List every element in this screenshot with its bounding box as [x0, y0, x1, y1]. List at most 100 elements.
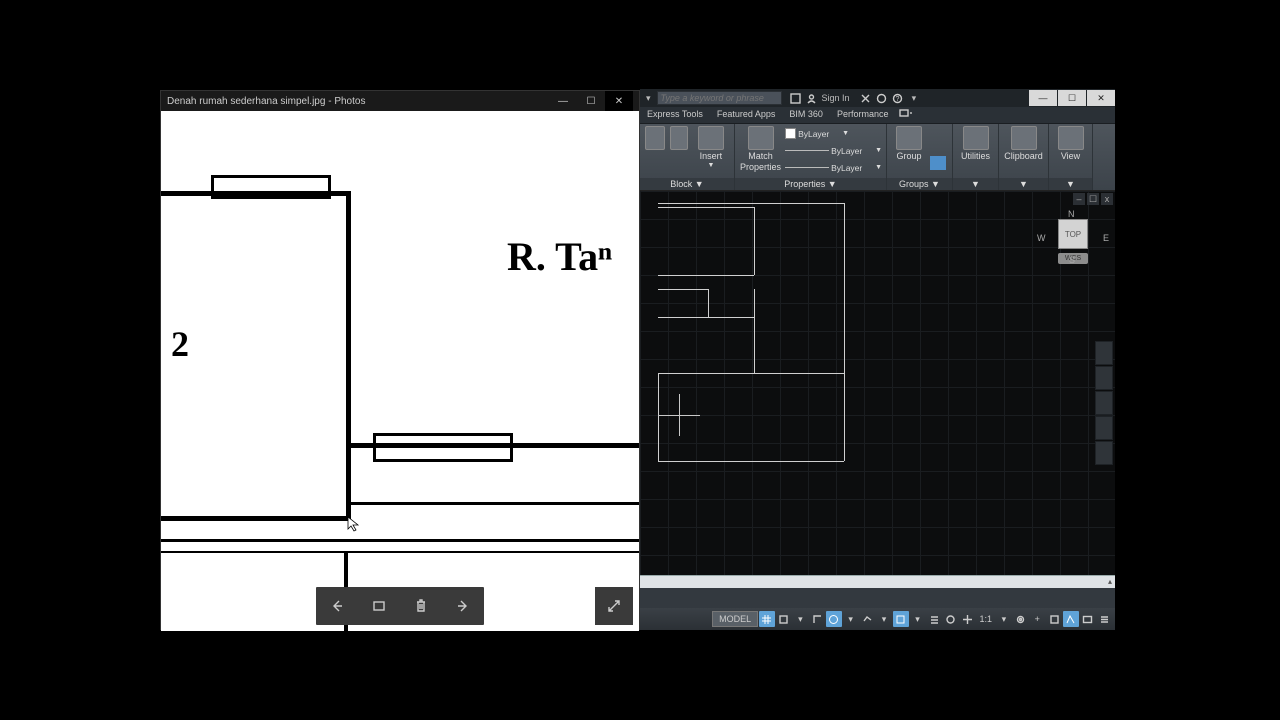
utilities-button[interactable]: Utilities [957, 126, 994, 161]
help-dropdown[interactable]: ▾ [906, 93, 923, 104]
mouse-cursor-icon [347, 516, 361, 532]
color-combo[interactable]: ByLayer▼ [785, 126, 882, 141]
status-grid-button[interactable] [759, 611, 775, 627]
status-customize-button[interactable] [1096, 611, 1112, 627]
viewcube-south[interactable]: S [1069, 255, 1075, 265]
infocenter-icon[interactable] [788, 93, 804, 104]
nav-pan-button[interactable] [1095, 366, 1113, 390]
autodesk360-icon[interactable] [874, 93, 890, 104]
tab-bim360[interactable]: BIM 360 [782, 107, 830, 123]
status-model-button[interactable]: MODEL [712, 611, 758, 627]
status-dropdown1[interactable]: ▾ [793, 611, 809, 627]
photos-fullscreen-button[interactable] [595, 587, 633, 625]
status-isolate-button[interactable] [1046, 611, 1062, 627]
fullscreen-icon [606, 598, 622, 614]
status-lwt-button[interactable] [926, 611, 942, 627]
tab-featured-apps[interactable]: Featured Apps [710, 107, 783, 123]
panel-block-label[interactable]: Block ▼ [640, 178, 734, 190]
viewcube-east[interactable]: E [1103, 233, 1109, 243]
autocad-menu-dropdown[interactable]: ▾ [640, 93, 657, 104]
status-ortho-button[interactable] [809, 611, 825, 627]
viewport-maximize-button[interactable]: ☐ [1087, 193, 1099, 205]
signin-user-icon[interactable] [804, 93, 820, 104]
photos-close-button[interactable]: ✕ [605, 91, 633, 111]
tab-performance[interactable]: Performance [830, 107, 896, 123]
autocad-command-line[interactable]: ▴ [640, 575, 1115, 588]
ribbon-edit-block[interactable] [669, 126, 689, 150]
status-polar-button[interactable] [826, 611, 842, 627]
nav-orbit-button[interactable] [1095, 416, 1113, 440]
group-select-button[interactable] [930, 156, 946, 170]
autocad-maximize-button[interactable]: ☐ [1058, 90, 1086, 106]
autocad-help-search-input[interactable] [657, 91, 782, 105]
tab-extra-button[interactable] [895, 107, 917, 123]
signin-link[interactable]: Sign In [822, 93, 850, 103]
panel-clipboard-drop[interactable]: ▼ [999, 178, 1048, 190]
cmdline-recent-dropdown[interactable]: ▴ [1108, 577, 1112, 586]
photos-titlebar[interactable]: Denah rumah sederhana simpel.jpg - Photo… [161, 91, 639, 111]
ungroup-button[interactable] [930, 126, 946, 140]
status-osnap-button[interactable] [893, 611, 909, 627]
group-button[interactable]: Group [891, 126, 927, 161]
autocad-close-button[interactable]: ✕ [1087, 90, 1115, 106]
nav-wheel-button[interactable] [1095, 341, 1113, 365]
ribbon-panel-properties: Match Properties ByLayer▼ ByLayer▼ ByLay… [735, 124, 887, 190]
insert-button[interactable]: Insert ▼ [692, 126, 730, 169]
panel-groups-label[interactable]: Groups ▼ [887, 178, 952, 190]
viewcube-north[interactable]: N [1068, 209, 1075, 219]
viewport-controls: – ☐ x [1073, 193, 1113, 205]
status-dropdown4[interactable]: ▾ [910, 611, 926, 627]
ribbon-panel-utilities: Utilities ▼ [953, 124, 999, 190]
status-snapmode-button[interactable] [776, 611, 792, 627]
group-edit-button[interactable] [930, 141, 946, 155]
photos-slideshow-button[interactable] [358, 587, 400, 625]
status-isodraft-button[interactable] [859, 611, 875, 627]
photos-minimize-button[interactable]: — [549, 91, 577, 111]
status-gear-button[interactable] [1013, 611, 1029, 627]
lineweight-combo[interactable]: ByLayer▼ [785, 143, 882, 158]
arrow-right-icon [456, 599, 470, 613]
exchange-apps-icon[interactable] [858, 93, 874, 104]
panel-view-drop[interactable]: ▼ [1049, 178, 1092, 190]
ribbon-panel-block: Insert ▼ Block ▼ [640, 124, 735, 190]
photos-maximize-button[interactable]: ☐ [577, 91, 605, 111]
photos-prev-button[interactable] [316, 587, 358, 625]
status-dropdown2[interactable]: ▾ [843, 611, 859, 627]
viewcube-face[interactable]: TOP [1058, 219, 1088, 249]
utilities-label: Utilities [961, 151, 990, 161]
status-cleanscreen-button[interactable] [1080, 611, 1096, 627]
match-properties-button[interactable]: Match Properties [739, 126, 782, 172]
slideshow-icon [372, 599, 386, 613]
panel-utilities-drop[interactable]: ▼ [953, 178, 998, 190]
status-scale-dropdown[interactable]: ▾ [996, 611, 1012, 627]
ribbon-panel-groups: Group Groups ▼ [887, 124, 953, 190]
view-button[interactable]: View [1053, 126, 1088, 161]
autocad-titlebar[interactable]: ▾ Sign In ? ▾ — ☐ ✕ [640, 89, 1115, 107]
status-scale[interactable]: 1:1 [976, 614, 995, 624]
trash-icon [415, 599, 427, 613]
photos-image-canvas[interactable]: R. Taⁿ 2 [161, 111, 639, 631]
tab-express-tools[interactable]: Express Tools [640, 107, 710, 123]
status-transparency-button[interactable] [943, 611, 959, 627]
viewport-minimize-button[interactable]: – [1073, 193, 1085, 205]
help-icon[interactable]: ? [890, 93, 906, 104]
insert-label: Insert [700, 151, 723, 161]
viewport-close-button[interactable]: x [1101, 193, 1113, 205]
ribbon-create-block[interactable] [644, 126, 666, 150]
nav-zoom-button[interactable] [1095, 391, 1113, 415]
match-label: Match [748, 151, 773, 161]
nav-showmotion-button[interactable] [1095, 441, 1113, 465]
autocad-model-viewport[interactable]: – ☐ x N W E TOP S WCS [640, 191, 1115, 575]
status-dropdown3[interactable]: ▾ [876, 611, 892, 627]
photos-next-button[interactable] [442, 587, 484, 625]
viewcube[interactable]: N W E TOP S WCS [1037, 209, 1109, 264]
autocad-minimize-button[interactable]: — [1029, 90, 1057, 106]
clipboard-button[interactable]: Clipboard [1003, 126, 1044, 161]
panel-properties-label[interactable]: Properties ▼ [735, 178, 886, 190]
status-plus-button[interactable]: + [1029, 611, 1045, 627]
status-cycling-button[interactable] [960, 611, 976, 627]
status-hwaccel-button[interactable] [1063, 611, 1079, 627]
linetype-combo[interactable]: ByLayer▼ [785, 160, 882, 175]
photos-delete-button[interactable] [400, 587, 442, 625]
viewcube-west[interactable]: W [1037, 233, 1046, 243]
